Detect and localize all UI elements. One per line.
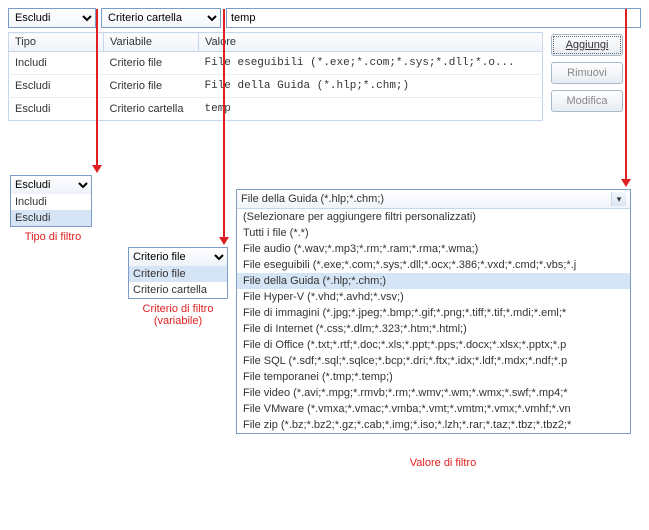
list-item[interactable]: File di Internet (*.css;*.dlm;*.323;*.ht… xyxy=(237,321,630,337)
list-item[interactable]: File di Office (*.txt;*.rtf;*.doc;*.xls;… xyxy=(237,337,630,353)
caption-criterio-filtro: Criterio di filtro (variabile) xyxy=(133,303,223,327)
table-row[interactable]: Escludi Criterio file File della Guida (… xyxy=(9,75,543,98)
arrow-line xyxy=(223,9,225,237)
filter-value-input[interactable] xyxy=(226,8,641,28)
list-item[interactable]: File audio (*.wav;*.mp3;*.rm;*.ram;*.rma… xyxy=(237,241,630,257)
filter-variable-select[interactable]: Criterio file xyxy=(129,248,227,266)
list-item[interactable]: Tutti i file (*.*) xyxy=(237,225,630,241)
list-item[interactable]: Criterio cartella xyxy=(129,282,227,298)
list-item[interactable]: File di immagini (*.jpg;*.jpeg;*.bmp;*.g… xyxy=(237,305,630,321)
list-item[interactable]: Escludi xyxy=(11,210,91,226)
arrow-line xyxy=(625,9,627,179)
filter-variable-listbox: Criterio file Criterio file Criterio car… xyxy=(128,247,228,299)
table-row[interactable]: Includi Criterio file File eseguibili (*… xyxy=(9,52,543,75)
chevron-down-icon[interactable]: ▾ xyxy=(611,192,626,206)
arrow-head-icon xyxy=(219,237,229,245)
list-item[interactable]: File eseguibili (*.exe;*.com;*.sys;*.dll… xyxy=(237,257,630,273)
filter-value-dropdown: File della Guida (*.hlp;*.chm;) ▾ (Selez… xyxy=(236,189,631,434)
list-item[interactable]: File zip (*.bz;*.bz2;*.gz;*.cab;*.img;*.… xyxy=(237,417,630,433)
caption-valore-filtro: Valore di filtro xyxy=(383,457,503,469)
col-tipo[interactable]: Tipo xyxy=(9,33,104,52)
list-item[interactable]: File temporanei (*.tmp;*.temp;) xyxy=(237,369,630,385)
filter-type-select[interactable]: Escludi xyxy=(11,176,91,194)
list-item[interactable]: File Hyper-V (*.vhd;*.avhd;*.vsv;) xyxy=(237,289,630,305)
filter-variable-combo[interactable]: Criterio cartella xyxy=(101,8,221,28)
arrow-head-icon xyxy=(621,179,631,187)
caption-tipo-filtro: Tipo di filtro xyxy=(8,231,98,243)
list-item[interactable]: Includi xyxy=(11,194,91,210)
arrow-head-icon xyxy=(92,165,102,173)
list-item[interactable]: Criterio file xyxy=(129,266,227,282)
list-item[interactable]: File della Guida (*.hlp;*.chm;) xyxy=(237,273,630,289)
filter-table: Tipo Variabile Valore Includi Criterio f… xyxy=(8,32,543,121)
arrow-line xyxy=(96,9,98,165)
add-button[interactable]: Aggiungi xyxy=(551,34,623,56)
list-item[interactable]: File video (*.avi;*.mpg;*.rmvb;*.rm;*.wm… xyxy=(237,385,630,401)
filter-type-listbox: Escludi Includi Escludi xyxy=(10,175,92,227)
list-item[interactable]: File SQL (*.sdf;*.sql;*.sqlce;*.bcp;*.dr… xyxy=(237,353,630,369)
filter-value-header[interactable]: File della Guida (*.hlp;*.chm;) ▾ xyxy=(237,190,630,209)
col-valore[interactable]: Valore xyxy=(199,33,543,52)
list-item[interactable]: File VMware (*.vmxa;*.vmac;*.vmba;*.vmt;… xyxy=(237,401,630,417)
table-row[interactable]: Escludi Criterio cartella temp xyxy=(9,98,543,121)
list-item[interactable]: (Selezionare per aggiungere filtri perso… xyxy=(237,209,630,225)
edit-button[interactable]: Modifica xyxy=(551,90,623,112)
filter-type-combo[interactable]: Escludi xyxy=(8,8,96,28)
col-variabile[interactable]: Variabile xyxy=(104,33,199,52)
remove-button[interactable]: Rimuovi xyxy=(551,62,623,84)
